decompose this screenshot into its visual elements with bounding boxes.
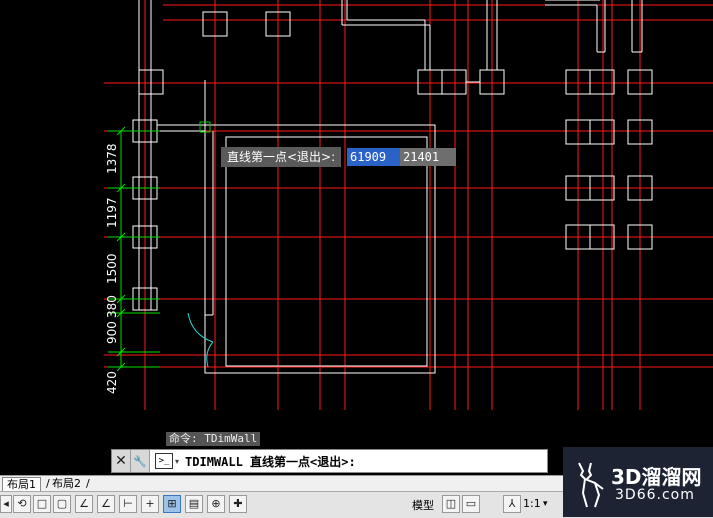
dynamic-input-x-field[interactable]: 61909 [347,148,403,166]
dimension-labels: 1378 1197 1500 900 380 420 [105,143,119,394]
tab-layout-1[interactable]: 布局1 [2,477,41,492]
walls [132,0,653,374]
dynamic-ucs-icon[interactable]: ⊢ [119,495,137,513]
annotation-scale-value[interactable]: 1:1 [523,497,541,510]
watermark-url: 3D66.com [615,487,695,503]
object-snap-tracking-icon[interactable]: ⟲ [13,495,31,513]
command-line-bar: ✕ 🔧 >_ ▾ TDIMWALL 直线第一点<退出>: [111,449,548,473]
angle-icon[interactable]: ∠ [75,495,93,513]
site-watermark: 3D溜溜网 3D66.com [563,447,713,517]
status-nav-left-icon[interactable]: ◂ [0,495,12,513]
annotation-icon[interactable]: ✚ [229,495,247,513]
dim-label-1500: 1500 [105,253,119,284]
dim-label-380: 380 [105,295,119,318]
deer-logo-icon [578,462,604,508]
chevron-down-icon[interactable]: ▾ [175,457,179,466]
watermark-brand: 3D溜溜网 [611,465,702,489]
tab-layout-2[interactable]: 布局2 [48,477,85,491]
model-space-label[interactable]: 模型 [412,497,434,513]
drawing-canvas[interactable]: 1378 1197 1500 900 380 420 [0,0,713,475]
axis-grid [104,0,713,410]
close-icon[interactable]: ✕ [112,450,131,472]
rectangle-select-icon[interactable]: ▢ [53,495,71,513]
command-input[interactable]: TDIMWALL 直线第一点<退出>: [185,453,356,470]
dim-label-1197: 1197 [105,197,119,228]
grid-toggle-icon[interactable]: ⊞ [163,495,181,513]
door-swing [187,312,214,368]
dynamic-input-toggle-icon[interactable]: + [141,495,159,513]
annotation-scale-icon[interactable]: ⅄ [503,495,521,513]
selection-cycling-icon[interactable]: ⊕ [207,495,225,513]
dim-label-420: 420 [105,371,119,394]
new-drawing-icon[interactable]: □ [33,495,51,513]
dynamic-input-y-field[interactable]: 21401 [400,148,456,166]
layout-view-icon[interactable]: ◫ [442,495,460,513]
dim-label-1378: 1378 [105,143,119,174]
snap-toggle-icon[interactable]: ▤ [185,495,203,513]
tab-separator-2: / [86,477,90,490]
quick-view-icon[interactable]: ▭ [462,495,480,513]
dim-label-900: 900 [105,321,119,344]
command-history-line: 命令: TDimWall [166,432,261,446]
scale-dropdown-chevron-icon[interactable]: ▾ [543,499,548,509]
polar-angle-icon[interactable]: ∠ [97,495,115,513]
command-prompt-icon[interactable]: >_ [155,453,173,469]
dynamic-input-prompt: 直线第一点<退出>: [221,147,342,167]
wrench-icon[interactable]: 🔧 [131,450,150,472]
